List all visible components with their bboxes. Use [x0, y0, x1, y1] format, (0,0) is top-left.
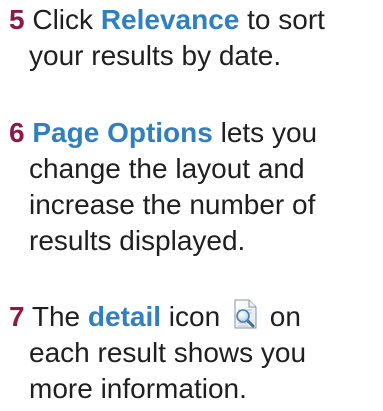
- step-7: 7 The detail icon on each result shows y…: [9, 299, 379, 407]
- step-6-line-4: results displayed.: [29, 225, 246, 256]
- step-6-line-1: 6 Page Options lets you: [9, 115, 379, 151]
- step-5-line-2: your results by date.: [29, 40, 282, 71]
- step-6-line-3: increase the number of: [29, 189, 316, 220]
- step-7-line-1: 7 The detail icon on: [9, 299, 379, 335]
- step-number: 5: [9, 4, 25, 35]
- help-instructions: 5 Click Relevance to sort your results b…: [0, 0, 383, 411]
- step-7-line-2: each result shows you: [29, 337, 307, 368]
- step-number: 6: [9, 117, 25, 148]
- step-number: 7: [9, 301, 25, 332]
- step-5-line-1: 5 Click Relevance to sort: [9, 2, 379, 38]
- step-text: lets you: [212, 117, 318, 148]
- step-text: icon: [161, 301, 228, 332]
- step-text: The: [24, 301, 88, 332]
- step-6: 6 Page Options lets you change the layou…: [9, 115, 379, 259]
- relevance-keyword: Relevance: [100, 4, 240, 35]
- step-7-line-3: more information.: [29, 373, 247, 404]
- step-text: to sort: [239, 4, 325, 35]
- step-text: on: [261, 301, 301, 332]
- step-6-line-2: change the layout and: [29, 153, 305, 184]
- document-magnifier-icon: [232, 299, 258, 329]
- step-5: 5 Click Relevance to sort your results b…: [9, 2, 379, 74]
- page-options-keyword: Page Options: [32, 117, 213, 148]
- step-text: Click: [24, 4, 101, 35]
- detail-keyword: detail: [87, 301, 162, 332]
